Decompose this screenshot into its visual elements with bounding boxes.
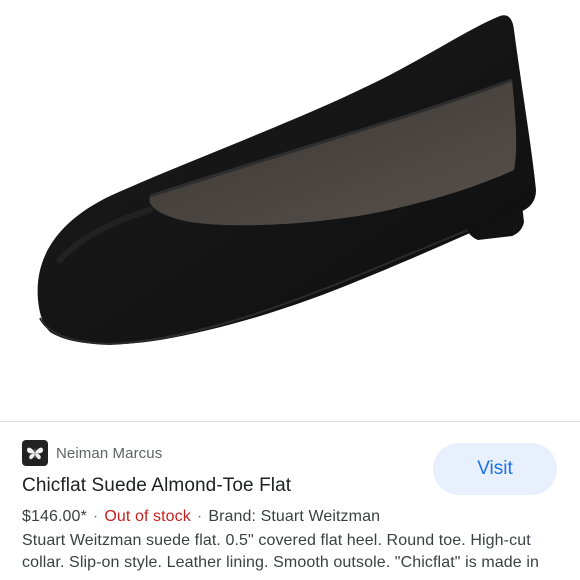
price: $146.00*	[22, 508, 87, 525]
product-meta: $146.00* · Out of stock · Brand: Stuart Weit…	[22, 508, 380, 526]
stock-status: Out of stock	[104, 508, 191, 525]
separator: ·	[92, 508, 99, 525]
butterfly-icon	[22, 440, 48, 466]
separator: ·	[196, 508, 203, 525]
product-description: Stuart Weitzman suede flat. 0.5" covered…	[22, 532, 539, 571]
merchant-source[interactable]: Neiman Marcus	[22, 440, 162, 466]
product-image[interactable]	[0, 0, 580, 421]
merchant-name: Neiman Marcus	[56, 444, 163, 462]
shoe-illustration	[37, 15, 536, 346]
brand: Brand: Stuart Weitzman	[208, 508, 381, 525]
divider	[0, 421, 580, 422]
visit-button[interactable]: Visit	[433, 443, 557, 495]
product-title[interactable]: Chicflat Suede Almond-Toe Flat	[22, 475, 291, 497]
